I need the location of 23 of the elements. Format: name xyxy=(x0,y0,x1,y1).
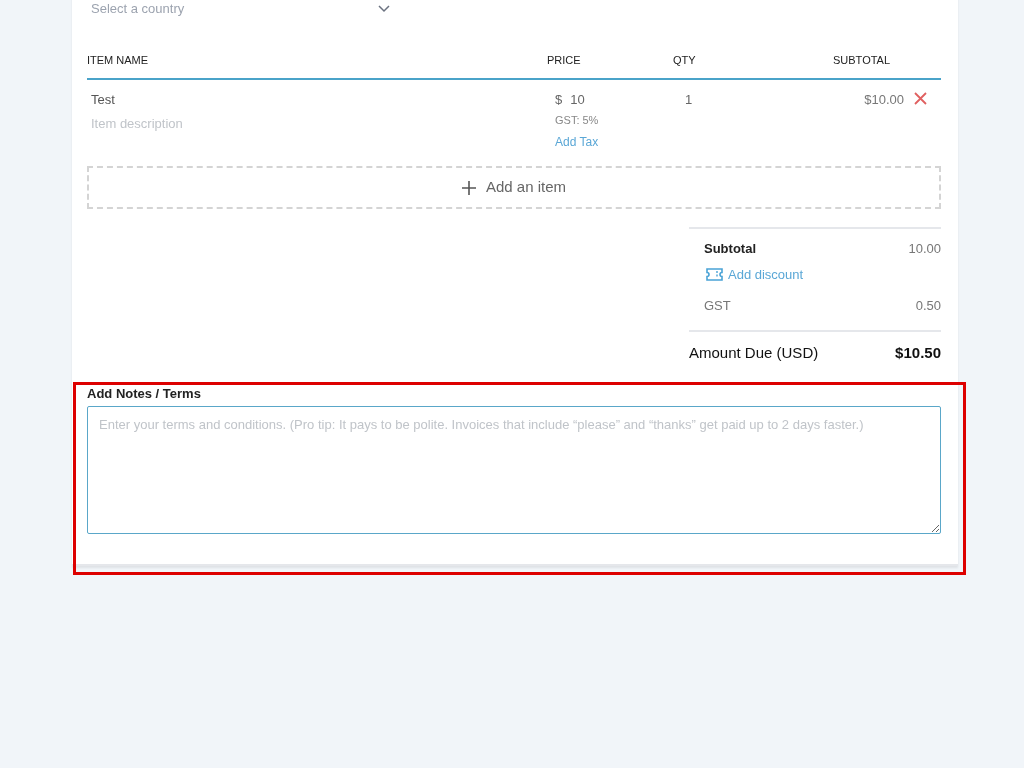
line-subtotal: $10.00 xyxy=(864,91,904,109)
column-header: ITEM NAME xyxy=(87,52,150,68)
amount-due-value: $10.50 xyxy=(895,342,941,363)
subtotal-value: 10.00 xyxy=(908,240,941,258)
column-header: SUBTOTAL xyxy=(833,52,892,68)
chevron-down-icon xyxy=(378,5,390,13)
tax-label: GST: 5% xyxy=(555,113,600,128)
tax-total-label: GST xyxy=(704,297,731,315)
notes-label: Add Notes / Terms xyxy=(87,385,202,403)
column-header: PRICE xyxy=(547,52,582,68)
subtotal-label: Subtotal xyxy=(704,240,756,258)
column-header: QTY xyxy=(673,52,697,68)
qty-field[interactable]: 1 xyxy=(685,92,693,107)
plus-icon xyxy=(461,180,476,195)
add-item-button[interactable]: Add an item xyxy=(87,166,941,209)
currency-symbol: $ xyxy=(555,91,563,108)
notes-field[interactable]: Enter your terms and conditions. (Pro tip: It pays to be polite. Invoices that include “please” and “thanks” get paid up to 2 days faster.) xyxy=(87,405,941,534)
ticket-icon xyxy=(706,267,723,281)
item-name-field[interactable]: Test xyxy=(91,90,547,108)
close-icon[interactable] xyxy=(914,92,927,105)
amount-due-label: Amount Due (USD) xyxy=(689,342,819,363)
price-field[interactable]: 10 xyxy=(570,90,585,108)
tax-total-value: 0.50 xyxy=(915,297,941,315)
